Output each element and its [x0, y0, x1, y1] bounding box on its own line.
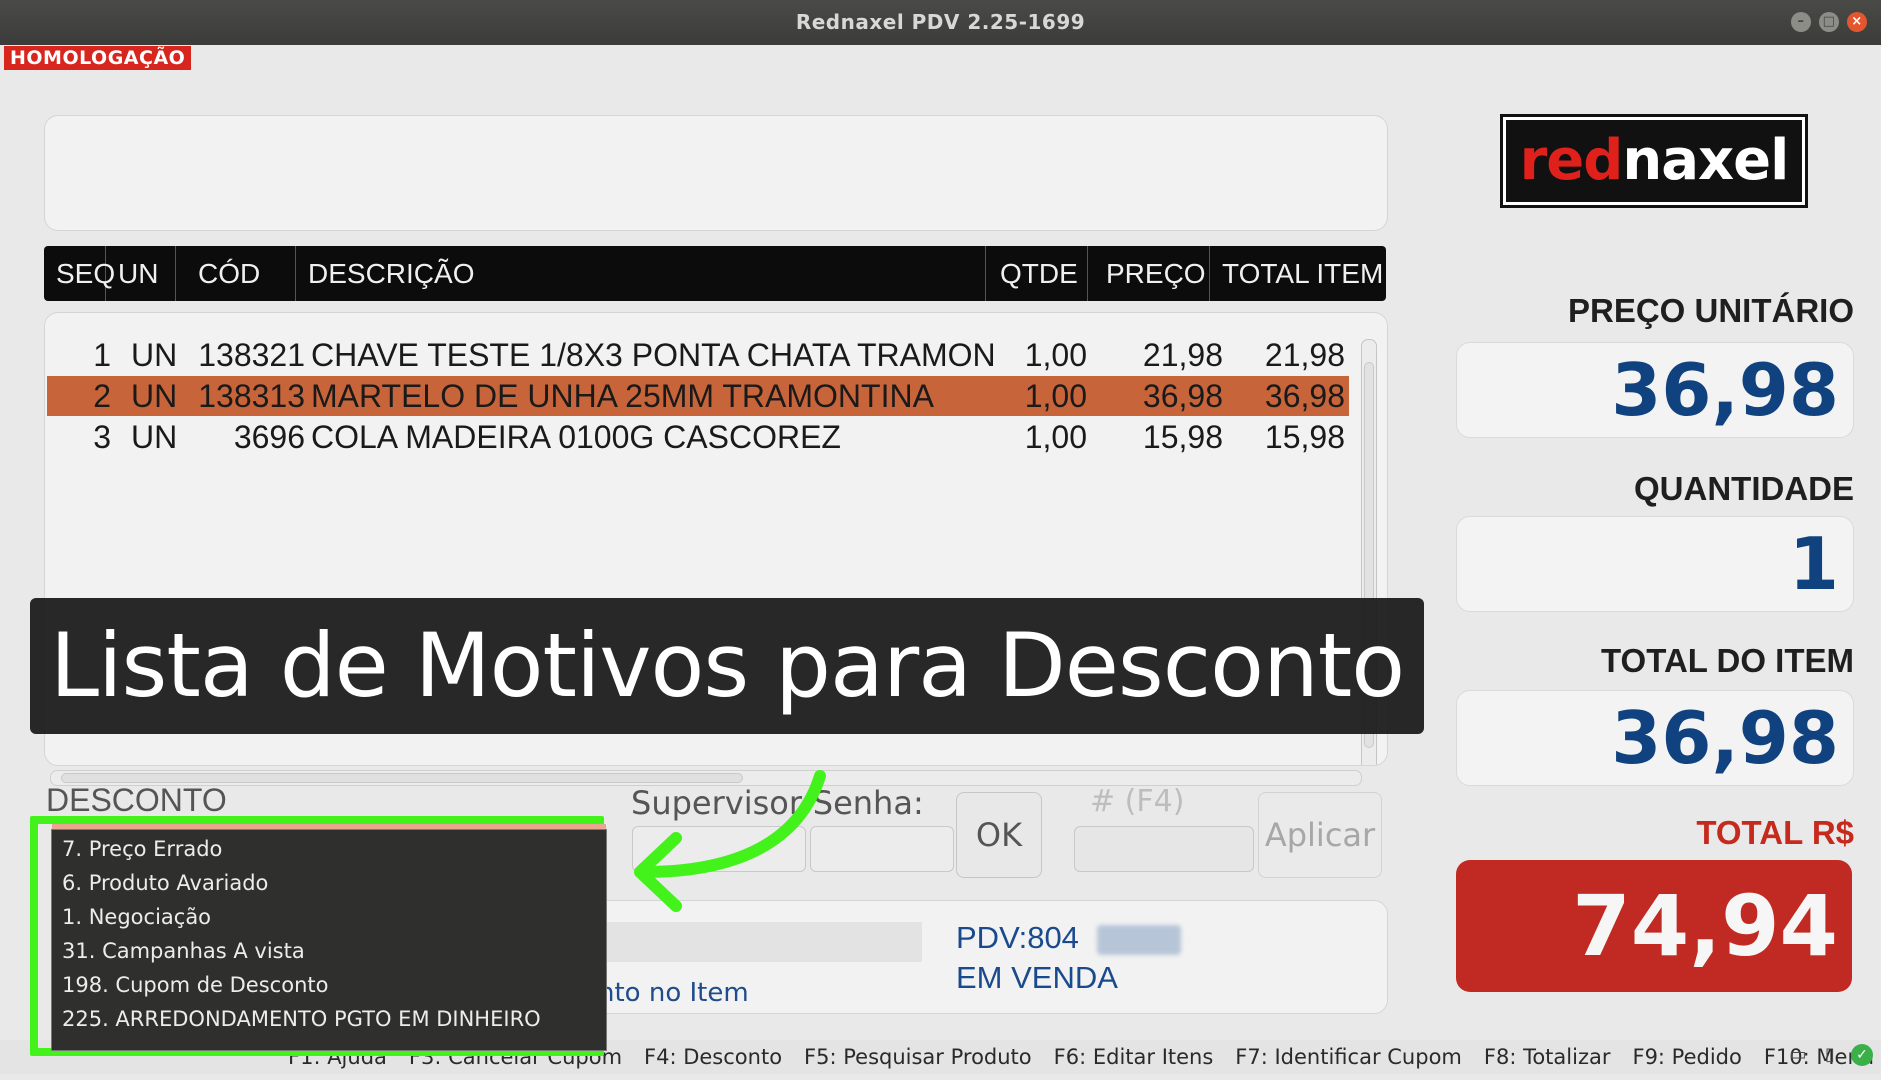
monitor-icon: ▭: [1789, 1044, 1807, 1065]
sale-state: EM VENDA: [956, 960, 1118, 995]
discount-number-label: # (F4): [1090, 784, 1185, 819]
cell-seq: 3: [93, 419, 111, 455]
document-icon: ▯: [1825, 1044, 1835, 1065]
cell-preco: 21,98: [1142, 337, 1223, 373]
environment-badge: HOMOLOGAÇÃO: [4, 46, 192, 70]
unit-price-value: 36,98: [1611, 348, 1839, 432]
cell-un: UN: [131, 378, 178, 414]
fkey-f9[interactable]: F9: Pedido: [1632, 1040, 1741, 1074]
fkey-f4[interactable]: F4: Desconto: [644, 1040, 782, 1074]
col-descricao: DESCRIÇÃO: [296, 246, 986, 301]
cell-preco: 36,98: [1142, 378, 1223, 414]
items-table-header: SEQ UN CÓD DESCRIÇÃO QTDE PREÇO TOTAL IT…: [44, 246, 1386, 301]
fkey-f7[interactable]: F7: Identificar Cupom: [1235, 1040, 1462, 1074]
cell-cod: 3696: [233, 419, 305, 455]
ok-button[interactable]: OK: [956, 792, 1042, 878]
list-item[interactable]: 1. Negociação: [62, 900, 211, 934]
table-row[interactable]: 3 UN 3696 COLA MADEIRA 0100G CASCOREZ 1,…: [47, 417, 1349, 457]
title-bar: Rednaxel PDV 2.25-1699 – □ ×: [0, 0, 1881, 45]
cell-total: 21,98: [1264, 337, 1345, 373]
logo-part-red: red: [1519, 128, 1624, 193]
minimize-icon[interactable]: –: [1791, 12, 1811, 32]
cell-qtde: 1,00: [1024, 419, 1087, 455]
col-qtde: QTDE: [986, 246, 1088, 301]
cell-seq: 1: [93, 337, 111, 373]
cell-qtde: 1,00: [1024, 378, 1087, 414]
unit-price-label: PREÇO UNITÁRIO: [1567, 292, 1854, 329]
discount-reasons-highlight: 7. Preço Errado 6. Produto Avariado 1. N…: [30, 816, 606, 1056]
discount-label: DESCONTO: [46, 782, 227, 818]
table-row-selected[interactable]: 2 UN 138313 MARTELO DE UNHA 25MM TRAMONT…: [47, 376, 1349, 416]
quantity-box: 1: [1456, 516, 1854, 612]
list-item[interactable]: 198. Cupom de Desconto: [62, 968, 328, 1002]
annotation-arrow-icon: [634, 770, 826, 912]
col-total-item: TOTAL ITEM: [1222, 258, 1384, 289]
col-un: UN: [106, 246, 176, 301]
fkey-f8[interactable]: F8: Totalizar: [1484, 1040, 1611, 1074]
discount-item-text: nto no Item: [598, 978, 749, 1008]
window-controls: – □ ×: [1791, 12, 1867, 32]
cell-total: 15,98: [1264, 419, 1345, 455]
statusbar-icons: ▭ ▯ ✓: [1787, 1044, 1873, 1066]
pdv-status: PDV:804 EM VENDA: [956, 918, 1181, 998]
caption-banner: Lista de Motivos para Desconto: [30, 598, 1424, 734]
rednaxel-logo: rednaxel: [1500, 114, 1808, 208]
cell-un: UN: [131, 337, 178, 373]
total-value: 74,94: [1572, 877, 1838, 975]
maximize-icon[interactable]: □: [1819, 12, 1839, 32]
total-box: 74,94: [1456, 860, 1852, 992]
discount-value-input[interactable]: [1074, 826, 1254, 872]
col-preco: PREÇO: [1088, 246, 1210, 301]
pdv-number: PDV:804: [956, 920, 1079, 955]
fkey-f6[interactable]: F6: Editar Itens: [1054, 1040, 1214, 1074]
col-seq: SEQ: [44, 246, 115, 301]
redacted-info: [1096, 924, 1181, 955]
cell-desc: MARTELO DE UNHA 25MM TRAMONTINA: [311, 378, 934, 414]
apply-button[interactable]: Aplicar: [1258, 792, 1382, 878]
cell-qtde: 1,00: [1024, 337, 1087, 373]
cell-cod: 138321: [198, 337, 305, 373]
discount-reasons-list: 7. Preço Errado 6. Produto Avariado 1. N…: [52, 830, 606, 1050]
connection-ok-icon: ✓: [1851, 1044, 1873, 1066]
window-title: Rednaxel PDV 2.25-1699: [795, 10, 1086, 34]
table-row[interactable]: 1 UN 138321 CHAVE TESTE 1/8X3 PONTA CHAT…: [47, 335, 1349, 375]
cell-un: UN: [131, 419, 178, 455]
unit-price-box: 36,98: [1456, 342, 1854, 438]
quantity-value: 1: [1788, 522, 1839, 606]
list-item[interactable]: 6. Produto Avariado: [62, 866, 268, 900]
col-cod: CÓD: [176, 246, 296, 301]
cell-cod: 138313: [198, 378, 305, 414]
cell-desc: CHAVE TESTE 1/8X3 PONTA CHATA TRAMON: [311, 337, 996, 373]
item-total-label: TOTAL DO ITEM: [1601, 642, 1854, 679]
fkey-f5[interactable]: F5: Pesquisar Produto: [804, 1040, 1032, 1074]
close-icon[interactable]: ×: [1847, 12, 1867, 32]
cell-preco: 15,98: [1142, 419, 1223, 455]
total-label: TOTAL R$: [1696, 814, 1854, 851]
quantity-label: QUANTIDADE: [1634, 470, 1854, 507]
item-total-value: 36,98: [1611, 696, 1839, 780]
cell-seq: 2: [93, 378, 111, 414]
item-total-box: 36,98: [1456, 690, 1854, 786]
cell-desc: COLA MADEIRA 0100G CASCOREZ: [311, 419, 841, 455]
product-search-area[interactable]: [44, 115, 1388, 231]
list-item[interactable]: 225. ARREDONDAMENTO PGTO EM DINHEIRO: [62, 1002, 541, 1036]
logo-part-white: naxel: [1622, 128, 1789, 193]
cell-total: 36,98: [1264, 378, 1345, 414]
list-item[interactable]: 31. Campanhas A vista: [62, 934, 305, 968]
list-item[interactable]: 7. Preço Errado: [62, 832, 222, 866]
